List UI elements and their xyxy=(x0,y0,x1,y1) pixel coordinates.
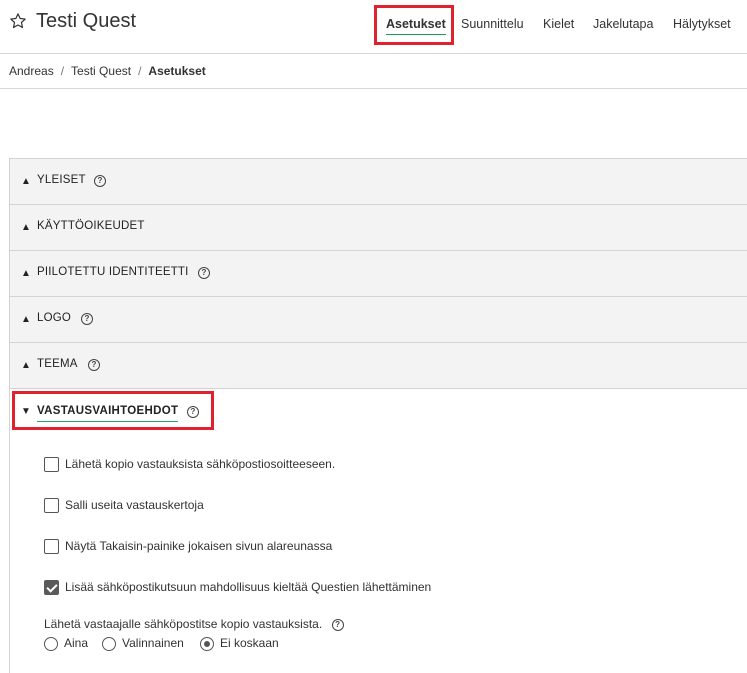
triangle-up-icon: ▲ xyxy=(21,176,31,187)
section-label: PIILOTETTU IDENTITEETTI xyxy=(37,266,189,278)
triangle-up-icon: ▲ xyxy=(21,268,31,279)
checkbox[interactable] xyxy=(44,498,59,513)
highlight-box-section xyxy=(12,391,214,430)
section-label: TEEMA xyxy=(37,358,78,370)
question-circle-icon[interactable]: ? xyxy=(88,359,100,371)
copy-question-label: Lähetä vastaajalle sähköpostitse kopio v… xyxy=(44,617,344,631)
question-circle-icon[interactable]: ? xyxy=(94,175,106,187)
page-title: Testi Quest xyxy=(36,10,137,32)
tab-kielet[interactable]: Kielet xyxy=(543,17,574,31)
triangle-up-icon: ▲ xyxy=(21,222,31,233)
breadcrumb: Andreas / Testi Quest / Asetukset xyxy=(9,64,206,78)
radio-label: Aina xyxy=(64,636,89,650)
radio-button[interactable] xyxy=(102,637,116,651)
checkbox-label: Lähetä kopio vastauksista sähköpostiosoi… xyxy=(65,457,336,471)
section-label: YLEISET xyxy=(37,174,86,186)
triangle-up-icon: ▲ xyxy=(21,360,31,371)
radio-button-selected[interactable] xyxy=(200,637,214,651)
section-label: KÄYTTÖOIKEUDET xyxy=(37,220,145,232)
breadcrumb-item[interactable]: Andreas xyxy=(9,64,54,78)
radio-label: Valinnainen xyxy=(122,636,184,650)
breadcrumb-current: Asetukset xyxy=(148,64,206,78)
section-label: LOGO xyxy=(37,312,72,324)
breadcrumb-separator: / xyxy=(60,64,65,78)
breadcrumb-separator: / xyxy=(138,64,142,78)
star-icon[interactable] xyxy=(9,12,27,30)
top-bar: Testi Quest Asetukset Suunnittelu Kielet… xyxy=(0,0,747,54)
section-teema[interactable]: ▲ TEEMA ? xyxy=(10,343,747,389)
section-logo[interactable]: ▲ LOGO ? xyxy=(10,297,747,343)
tab-suunnittelu[interactable]: Suunnittelu xyxy=(461,17,524,31)
question-circle-icon[interactable]: ? xyxy=(81,313,93,325)
highlight-box-tab xyxy=(374,5,454,45)
section-kayttooikeudet[interactable]: ▲ KÄYTTÖOIKEUDET xyxy=(10,205,747,251)
checkbox-label: Näytä Takaisin-painike jokaisen sivun al… xyxy=(65,539,333,553)
checkbox[interactable] xyxy=(44,539,59,554)
question-circle-icon[interactable]: ? xyxy=(331,618,344,631)
tab-jakelutapa[interactable]: Jakelutapa xyxy=(593,17,653,31)
checkbox[interactable] xyxy=(44,457,59,472)
checkbox-checked[interactable] xyxy=(44,580,59,595)
checkbox-label: Salli useita vastauskertoja xyxy=(65,498,204,512)
section-piilotettu-identiteetti[interactable]: ▲ PIILOTETTU IDENTITEETTI ? xyxy=(10,251,747,297)
radio-label: Ei koskaan xyxy=(220,636,279,650)
checkbox-label: Lisää sähköpostikutsuun mahdollisuus kie… xyxy=(65,580,432,594)
breadcrumb-item[interactable]: Testi Quest xyxy=(71,64,131,78)
triangle-up-icon: ▲ xyxy=(21,314,31,325)
question-text: Lähetä vastaajalle sähköpostitse kopio v… xyxy=(44,617,323,631)
tab-halytykset[interactable]: Hälytykset xyxy=(673,17,731,31)
divider xyxy=(0,88,747,89)
radio-button[interactable] xyxy=(44,637,58,651)
section-yleiset[interactable]: ▲ YLEISET ? xyxy=(10,159,747,205)
question-circle-icon[interactable]: ? xyxy=(198,267,210,279)
